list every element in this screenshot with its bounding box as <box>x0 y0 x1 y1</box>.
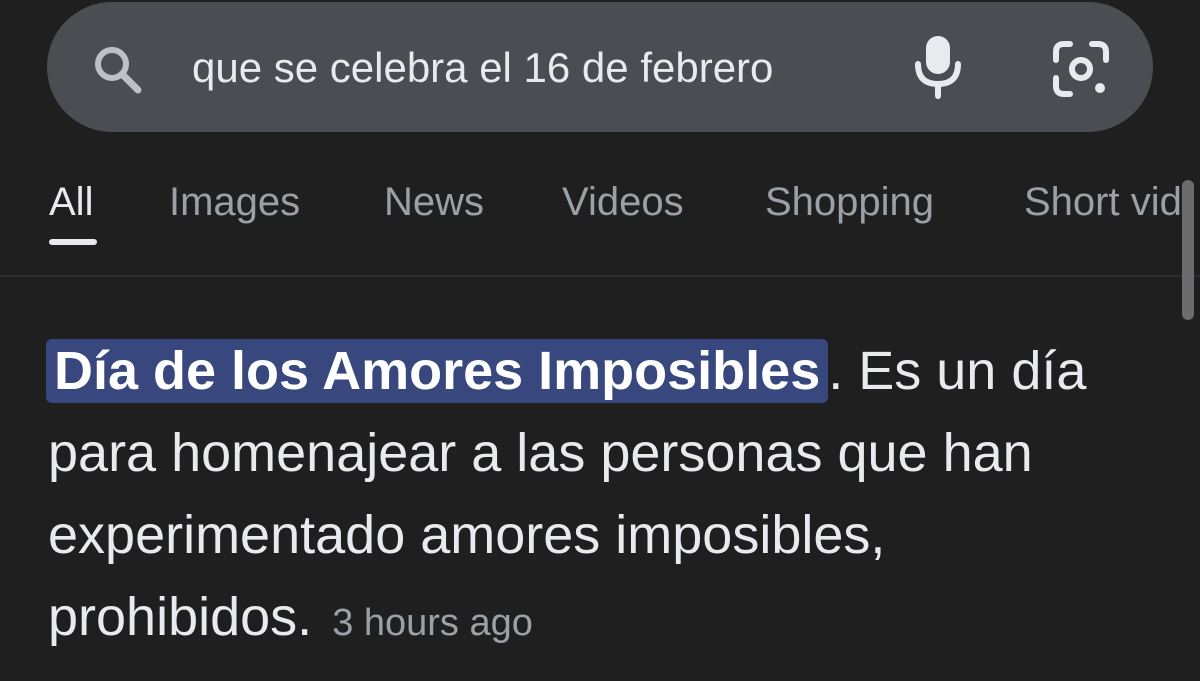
tab-images[interactable]: Images <box>169 180 300 225</box>
search-tabs: All Images News Videos Shopping Short vi… <box>0 170 1200 250</box>
search-results-page: que se celebra el 16 de febrero All Imag… <box>0 0 1200 681</box>
tab-short-videos[interactable]: Short vid <box>1024 180 1182 225</box>
tab-news[interactable]: News <box>384 180 484 225</box>
featured-answer: Día de los Amores Imposibles. Es un día … <box>46 330 1168 664</box>
active-tab-indicator <box>49 239 97 245</box>
microphone-icon[interactable] <box>910 34 966 100</box>
answer-highlight: Día de los Amores Imposibles <box>46 339 829 403</box>
answer-timestamp: 3 hours ago <box>332 602 533 644</box>
tabs-divider <box>0 275 1200 277</box>
google-lens-icon[interactable] <box>1050 38 1112 100</box>
search-icon[interactable] <box>88 40 148 100</box>
scrollbar-thumb[interactable] <box>1182 180 1194 320</box>
tab-all[interactable]: All <box>49 180 93 225</box>
tab-videos[interactable]: Videos <box>562 180 684 225</box>
tab-shopping[interactable]: Shopping <box>765 180 934 225</box>
search-input[interactable]: que se celebra el 16 de febrero <box>192 40 860 96</box>
